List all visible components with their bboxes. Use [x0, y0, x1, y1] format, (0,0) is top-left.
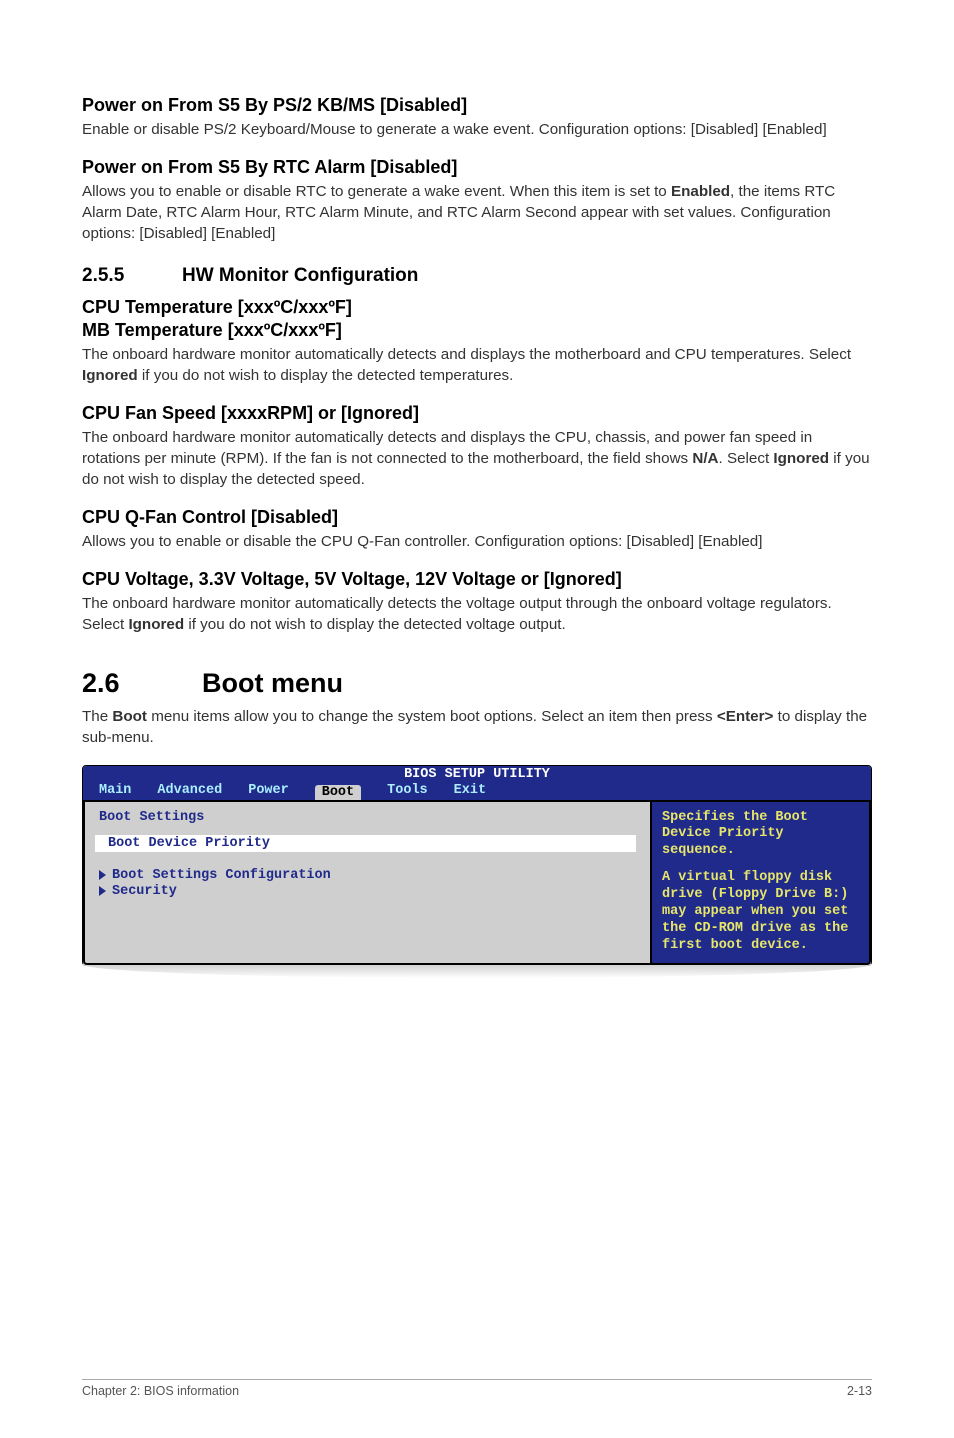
triangle-icon — [95, 838, 102, 848]
bios-body: Boot Settings Boot Device Priority Boot … — [83, 800, 871, 965]
heading-qfan: CPU Q-Fan Control [Disabled] — [82, 507, 872, 528]
para-temp: The onboard hardware monitor automatical… — [82, 345, 872, 387]
bios-bottom-fade — [82, 964, 872, 978]
heading-mb-temp: MB Temperature [xxxºC/xxxºF] — [82, 320, 872, 341]
bold-enter: <Enter> — [717, 708, 774, 725]
heading-cpu-temp: CPU Temperature [xxxºC/xxxºF] — [82, 297, 872, 318]
page-footer: Chapter 2: BIOS information 2-13 — [82, 1384, 872, 1398]
triangle-icon — [99, 886, 106, 896]
bios-title: BIOS SETUP UTILITY — [404, 767, 550, 782]
heading-power-ps2: Power on From S5 By PS/2 KB/MS [Disabled… — [82, 95, 872, 116]
footer-left: Chapter 2: BIOS information — [82, 1384, 239, 1398]
bios-help-text-1: Specifies the Boot Device Priority seque… — [662, 810, 859, 861]
page-footer-wrap: Chapter 2: BIOS information 2-13 — [82, 1379, 872, 1398]
bios-item-boot-device-priority[interactable]: Boot Device Priority — [95, 835, 636, 852]
bold-na: N/A — [692, 450, 718, 467]
bios-tab-main[interactable]: Main — [99, 783, 131, 800]
bold-ignored: Ignored — [128, 616, 184, 633]
text: . Select — [719, 450, 774, 467]
para-cpu-fan: The onboard hardware monitor automatical… — [82, 428, 872, 491]
para-boot-menu: The Boot menu items allow you to change … — [82, 707, 872, 749]
bios-help-pane: Specifies the Boot Device Priority seque… — [651, 800, 871, 965]
text: if you do not wish to display the detect… — [138, 367, 514, 384]
text: The — [82, 708, 112, 725]
bios-tab-exit[interactable]: Exit — [454, 783, 486, 800]
section-number: 2.5.5 — [82, 265, 182, 287]
bold-ignored: Ignored — [773, 450, 829, 467]
bios-pane-title: Boot Settings — [99, 810, 636, 825]
bios-tab-tools[interactable]: Tools — [387, 783, 428, 800]
heading-cpu-voltage: CPU Voltage, 3.3V Voltage, 5V Voltage, 1… — [82, 569, 872, 590]
heading-power-rtc: Power on From S5 By RTC Alarm [Disabled] — [82, 157, 872, 178]
bios-item-label: Boot Device Priority — [108, 836, 270, 851]
section-number: 2.6 — [82, 668, 202, 699]
section-2-5-5: 2.5.5HW Monitor Configuration — [82, 265, 872, 287]
bios-tab-power[interactable]: Power — [248, 783, 289, 800]
footer-right: 2-13 — [847, 1384, 872, 1398]
heading-cpu-fan: CPU Fan Speed [xxxxRPM] or [Ignored] — [82, 403, 872, 424]
bios-left-pane: Boot Settings Boot Device Priority Boot … — [83, 800, 651, 965]
bios-help-text-2: A virtual floppy disk drive (Floppy Driv… — [662, 870, 859, 954]
bios-titlebar: BIOS SETUP UTILITY Main Advanced Power B… — [83, 766, 871, 800]
bios-item-security[interactable]: Security — [99, 884, 636, 899]
bold-ignored: Ignored — [82, 367, 138, 384]
text: Allows you to enable or disable RTC to g… — [82, 183, 671, 200]
section-2-6: 2.6Boot menu — [82, 668, 872, 699]
bios-tab-boot[interactable]: Boot — [315, 785, 361, 800]
bios-item-label: Security — [112, 884, 177, 899]
para-power-ps2: Enable or disable PS/2 Keyboard/Mouse to… — [82, 120, 872, 141]
section-title: HW Monitor Configuration — [182, 265, 418, 286]
bios-item-label: Boot Settings Configuration — [112, 868, 331, 883]
section-title: Boot menu — [202, 668, 343, 698]
bios-item-boot-settings-config[interactable]: Boot Settings Configuration — [99, 868, 636, 883]
para-power-rtc: Allows you to enable or disable RTC to g… — [82, 182, 872, 245]
bios-screenshot: BIOS SETUP UTILITY Main Advanced Power B… — [82, 765, 872, 966]
triangle-icon — [99, 870, 106, 880]
text: menu items allow you to change the syste… — [147, 708, 717, 725]
bios-tab-advanced[interactable]: Advanced — [157, 783, 222, 800]
text: The onboard hardware monitor automatical… — [82, 346, 851, 363]
para-qfan: Allows you to enable or disable the CPU … — [82, 532, 872, 553]
footer-rule — [82, 1379, 872, 1380]
bold-enabled: Enabled — [671, 183, 730, 200]
bold-boot: Boot — [112, 708, 147, 725]
text: if you do not wish to display the detect… — [184, 616, 566, 633]
para-cpu-voltage: The onboard hardware monitor automatical… — [82, 594, 872, 636]
